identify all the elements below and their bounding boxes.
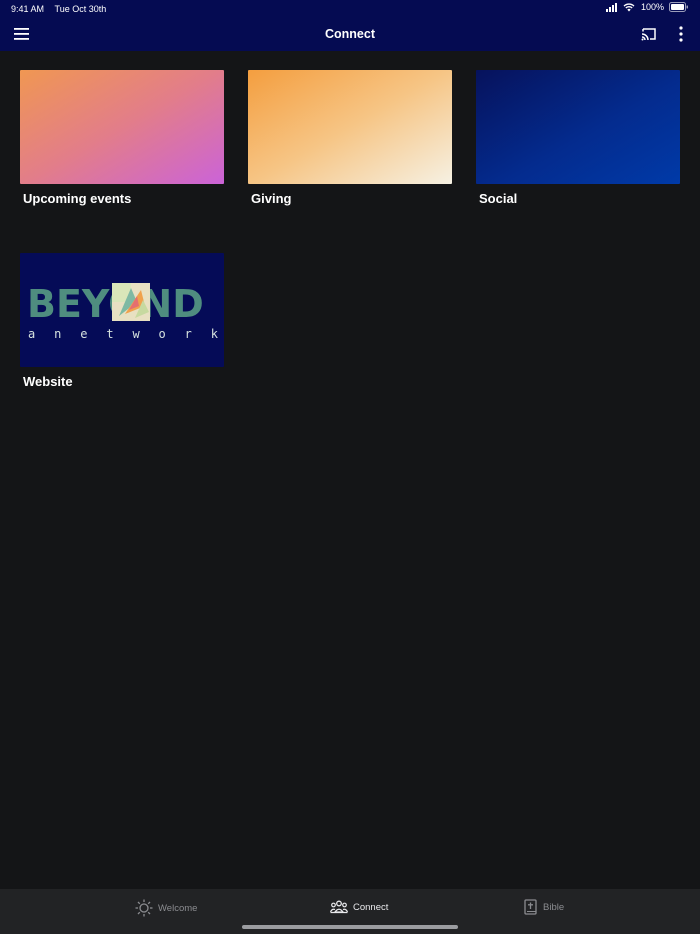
cast-icon [641,28,656,41]
logo-subtitle: anetwork [28,327,218,341]
status-time: 9:41 AM [11,4,45,14]
people-icon [330,900,348,914]
logo-subtitle-letter: o [158,327,166,341]
tile-label: Social [479,191,518,206]
tile-social[interactable]: Social [476,70,680,206]
tile-image [476,70,680,184]
logo-subtitle-letter: a [28,327,36,341]
logo-subtitle-letter: w [132,327,140,341]
status-bar-left: 9:41 AM Tue Oct 30th [11,4,106,14]
logo-subtitle-letter: n [54,327,62,341]
tile-giving[interactable]: Giving [248,70,452,206]
sun-icon [135,899,153,917]
battery-percent: 100% [640,2,664,12]
tab-bible[interactable]: Bible [524,899,564,916]
app-bar: Connect [0,17,700,51]
status-bar: 9:41 AM Tue Oct 30th 100% [0,0,700,17]
tile-label: Upcoming events [23,191,132,206]
logo-subtitle-letter: t [106,327,114,341]
battery-icon [669,2,688,12]
tile-website[interactable]: BEYOND anetwork Website [20,253,224,389]
tile-upcoming-events[interactable]: Upcoming events [20,70,224,206]
more-options-button[interactable] [677,25,685,43]
wifi-icon [623,3,635,11]
bible-icon [524,899,537,915]
beyond-logo-image: BEYOND anetwork [20,253,224,367]
logo-subtitle-letter: e [80,327,88,341]
logo-subtitle-letter: k [210,327,218,341]
status-date: Tue Oct 30th [54,4,107,14]
tile-label: Giving [251,191,292,206]
logo-emblem-icon [112,283,150,321]
home-indicator [242,925,458,929]
tab-bible-label: Bible [543,902,565,913]
tile-image [20,70,224,184]
page-title: Connect [325,27,375,41]
tab-connect-label: Connect [353,901,389,913]
status-bar-right: 100% [605,2,689,12]
tab-welcome-label: Welcome [158,902,198,914]
more-vert-icon [679,26,683,42]
tab-welcome[interactable]: Welcome [135,899,197,917]
tile-label: Website [23,374,73,389]
logo-subtitle-letter: r [184,327,192,341]
tile-image [248,70,452,184]
signal-icon [605,2,617,12]
cast-button[interactable] [640,25,658,43]
tab-connect[interactable]: Connect [330,899,388,915]
